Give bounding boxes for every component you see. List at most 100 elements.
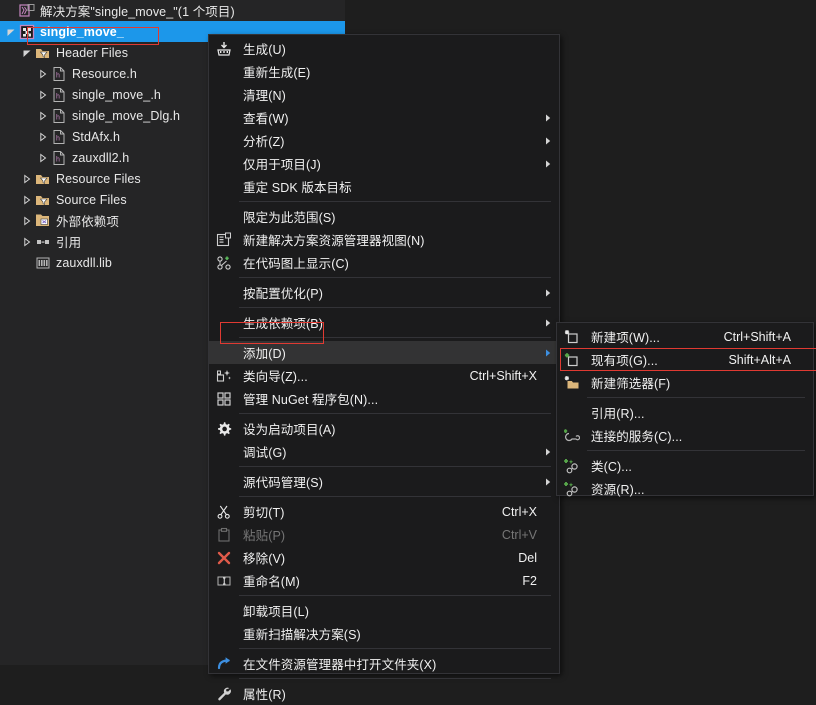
menu-item-label: 资源(R)... (591, 483, 645, 497)
filter-folder-icon (34, 192, 52, 208)
tree-item-label: single_move_Dlg.h (72, 108, 181, 123)
context-menu-item-14[interactable]: 生成依赖项(B) (209, 311, 559, 334)
context-menu-item-31[interactable]: 重新扫描解决方案(S) (209, 622, 559, 645)
header-file-icon: h (50, 150, 68, 166)
context-menu-item-30[interactable]: 卸载项目(L) (209, 599, 559, 622)
header-file-icon: h (50, 129, 68, 145)
tree-item-label: zauxdll2.h (72, 150, 130, 165)
chevron-right-icon[interactable] (36, 111, 50, 121)
tree-item-0[interactable]: 解决方案"single_move_"(1 个项目) (0, 0, 345, 21)
context-menu-item-5[interactable]: 仅用于项目(J) (209, 152, 559, 175)
chevron-right-icon[interactable] (20, 174, 34, 184)
menu-separator (239, 678, 551, 679)
header-file-icon: h (50, 87, 68, 103)
context-menu-item-21[interactable]: 调试(G) (209, 440, 559, 463)
connected-service-icon (559, 425, 585, 447)
context-menu-item-0[interactable]: 生成(U) (209, 37, 559, 60)
menu-separator (587, 450, 805, 451)
menu-icon-placeholder (211, 342, 237, 364)
submenu-arrow-icon (544, 311, 552, 334)
submenu-arrow-icon (544, 440, 552, 463)
rename-icon (211, 570, 237, 592)
menu-icon-placeholder (211, 130, 237, 152)
add-submenu-item-0[interactable]: 新建项(W)... Ctrl+Shift+A (557, 325, 813, 348)
menu-item-label: 限定为此范围(S) (243, 211, 336, 225)
menu-icon-placeholder (211, 282, 237, 304)
menu-item-label: 剪切(T) (243, 506, 285, 520)
menu-item-label: 重新扫描解决方案(S) (243, 628, 361, 642)
menu-item-label: 现有项(G)... (591, 354, 658, 368)
header-file-icon: h (50, 66, 68, 82)
chevron-right-icon[interactable] (20, 216, 34, 226)
chevron-right-icon[interactable] (36, 69, 50, 79)
context-menu-item-16[interactable]: 添加(D) (209, 341, 559, 364)
menu-item-label: 属性(R) (243, 688, 286, 702)
menu-item-label: 重命名(M) (243, 575, 300, 589)
svg-text:h: h (56, 135, 60, 142)
menu-separator (239, 466, 551, 467)
chevron-right-icon[interactable] (36, 153, 50, 163)
context-menu-item-26: 粘贴(P) Ctrl+V (209, 523, 559, 546)
nuget-icon (211, 388, 237, 410)
context-menu-item-27[interactable]: 移除(V) Del (209, 546, 559, 569)
chevron-right-icon[interactable] (20, 237, 34, 247)
menu-item-label: 类(C)... (591, 460, 632, 474)
tree-item-label: single_move_.h (72, 87, 161, 102)
context-menu-item-1[interactable]: 重新生成(E) (209, 60, 559, 83)
add-submenu[interactable]: 新建项(W)... Ctrl+Shift+A 现有项(G)... Shift+Alt+… (556, 322, 814, 497)
context-menu-item-33[interactable]: 在文件资源管理器中打开文件夹(X) (209, 652, 559, 675)
menu-separator (587, 397, 805, 398)
context-menu-item-9[interactable]: 新建解决方案资源管理器视图(N) (209, 228, 559, 251)
menu-item-label: 新建筛选器(F) (591, 377, 671, 391)
menu-item-shortcut: Ctrl+X (501, 504, 537, 519)
context-menu-item-10[interactable]: 在代码图上显示(C) (209, 251, 559, 274)
menu-separator (239, 201, 551, 202)
chevron-right-icon[interactable] (36, 90, 50, 100)
menu-icon-placeholder (211, 176, 237, 198)
menu-icon-placeholder (211, 61, 237, 83)
context-menu-item-23[interactable]: 源代码管理(S) (209, 470, 559, 493)
add-submenu-item-5[interactable]: 连接的服务(C)... (557, 424, 813, 447)
context-menu-item-12[interactable]: 按配置优化(P) (209, 281, 559, 304)
remove-x-icon (211, 547, 237, 569)
context-menu-item-8[interactable]: 限定为此范围(S) (209, 205, 559, 228)
code-map-icon (211, 252, 237, 274)
menu-item-label: 仅用于项目(J) (243, 158, 321, 172)
context-menu-item-20[interactable]: 设为启动项目(A) (209, 417, 559, 440)
chevron-down-icon[interactable] (20, 48, 34, 58)
menu-item-label: 卸载项目(L) (243, 605, 309, 619)
tree-item-label: 外部依赖项 (56, 215, 120, 229)
context-menu-item-3[interactable]: 查看(W) (209, 106, 559, 129)
add-submenu-item-7[interactable]: 类(C)... (557, 454, 813, 477)
chevron-down-icon[interactable] (4, 27, 18, 37)
open-folder-arrow-icon (211, 653, 237, 675)
chevron-right-icon[interactable] (20, 195, 34, 205)
add-submenu-item-8[interactable]: 资源(R)... (557, 477, 813, 500)
menu-item-label: 类向导(Z)... (243, 370, 308, 384)
context-menu-item-25[interactable]: 剪切(T) Ctrl+X (209, 500, 559, 523)
menu-separator (239, 277, 551, 278)
chevron-right-icon[interactable] (36, 132, 50, 142)
context-menu-item-4[interactable]: 分析(Z) (209, 129, 559, 152)
add-submenu-item-2[interactable]: 新建筛选器(F) (557, 371, 813, 394)
add-submenu-item-4[interactable]: 引用(R)... (557, 401, 813, 424)
project-context-menu[interactable]: 生成(U) 重新生成(E) 清理(N) 查看(W) 分析(Z) 仅用于项目(J) 重定 SD… (208, 34, 560, 702)
gear-icon (211, 418, 237, 440)
add-submenu-item-1[interactable]: 现有项(G)... Shift+Alt+A (557, 348, 813, 371)
menu-item-label: 在代码图上显示(C) (243, 257, 349, 271)
submenu-arrow-icon (544, 152, 552, 175)
context-menu-item-18[interactable]: 管理 NuGet 程序包(N)... (209, 387, 559, 410)
context-menu-item-17[interactable]: 类向导(Z)... Ctrl+Shift+X (209, 364, 559, 387)
context-menu-item-6[interactable]: 重定 SDK 版本目标 (209, 175, 559, 198)
context-menu-item-28[interactable]: 重命名(M) F2 (209, 569, 559, 592)
build-icon (211, 38, 237, 60)
context-menu-item-2[interactable]: 清理(N) (209, 83, 559, 106)
submenu-arrow-icon (544, 129, 552, 152)
tree-item-label: 解决方案"single_move_"(1 个项目) (40, 5, 235, 19)
menu-separator (239, 307, 551, 308)
menu-item-shortcut: Ctrl+Shift+X (469, 368, 537, 383)
menu-icon-placeholder (211, 600, 237, 622)
context-menu-item-35[interactable]: 属性(R) (209, 682, 559, 705)
submenu-arrow-icon (544, 341, 552, 364)
header-file-icon: h (50, 108, 68, 124)
